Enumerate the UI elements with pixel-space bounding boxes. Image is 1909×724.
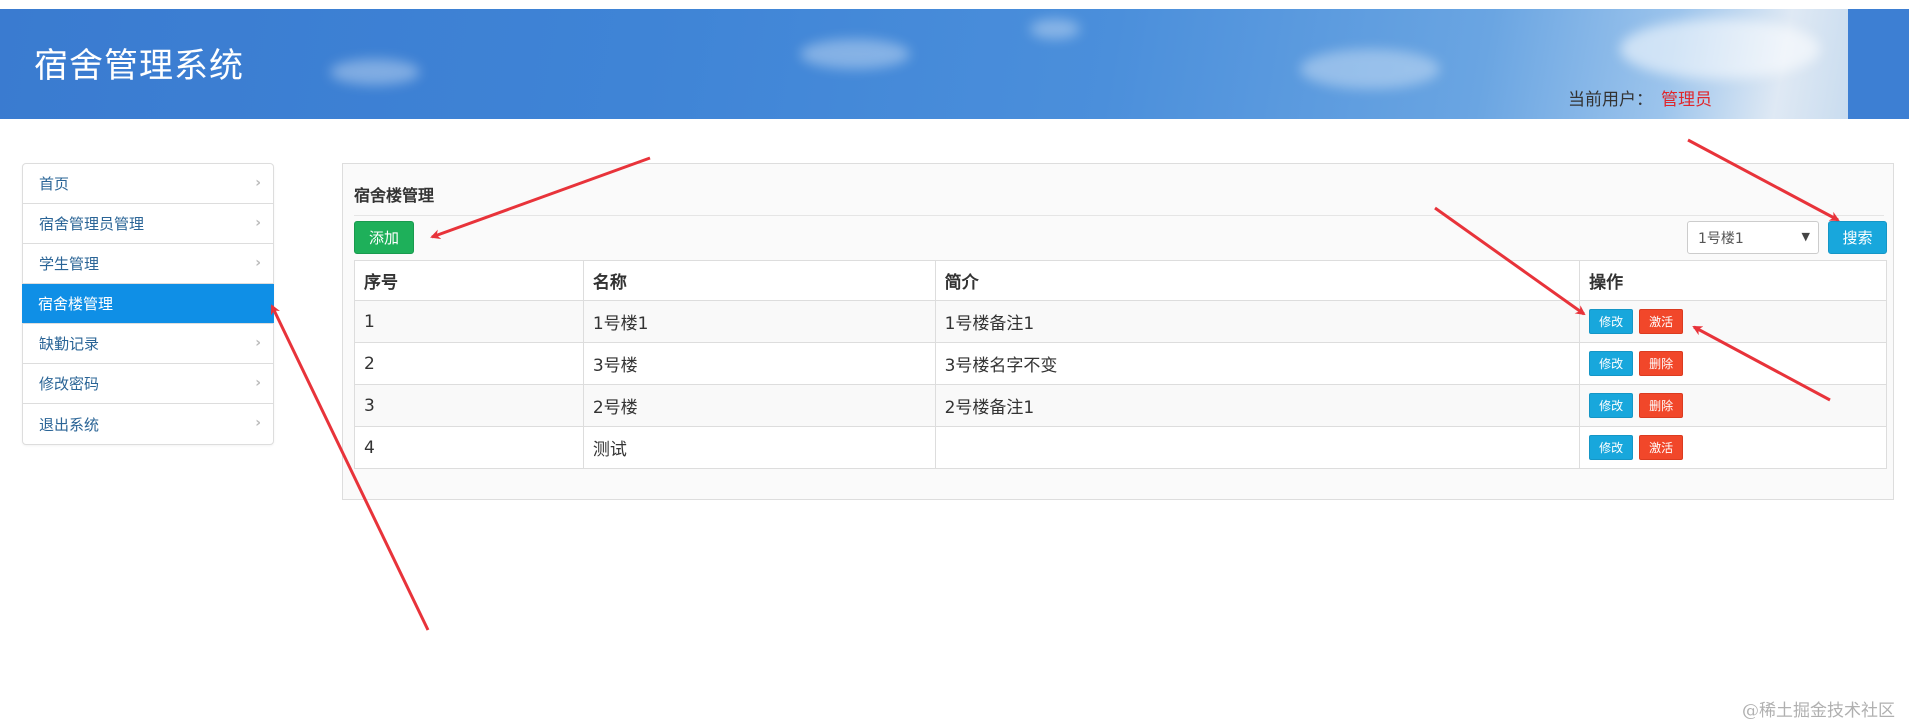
header-edge	[1848, 9, 1909, 119]
building-select-value: 1号楼1	[1698, 230, 1744, 247]
table-row: 1 1号楼1 1号楼备注1 修改 激活	[354, 300, 1887, 343]
table-row: 4 测试 修改 激活	[354, 426, 1887, 469]
delete-button[interactable]: 删除	[1639, 393, 1684, 418]
table-header-row: 序号 名称 简介 操作	[354, 260, 1887, 301]
activate-button[interactable]: 激活	[1639, 309, 1684, 334]
sidebar-item-label: 退出系统	[39, 415, 100, 434]
chevron-right-icon: ›	[255, 175, 261, 191]
delete-button[interactable]: 删除	[1639, 351, 1684, 376]
cell-actions: 修改 删除	[1579, 342, 1887, 385]
column-header-id: 序号	[354, 260, 584, 301]
sidebar-item-label: 首页	[39, 175, 70, 193]
sidebar-item-absence[interactable]: 缺勤记录 ›	[23, 324, 273, 364]
edit-button[interactable]: 修改	[1589, 435, 1634, 460]
sidebar-item-password[interactable]: 修改密码 ›	[23, 364, 273, 404]
table-row: 3 2号楼 2号楼备注1 修改 删除	[354, 384, 1887, 427]
current-user-name[interactable]: 管理员	[1661, 90, 1712, 110]
sidebar-item-label: 宿舍管理员管理	[39, 215, 145, 233]
cell-id: 3	[354, 384, 584, 427]
table-row: 2 3号楼 3号楼名字不变 修改 删除	[354, 342, 1887, 385]
sidebar-nav: 首页 › 宿舍管理员管理 › 学生管理 › 宿舍楼管理 › 缺勤记录 › 修改密…	[22, 163, 274, 445]
sidebar-item-students[interactable]: 学生管理 ›	[23, 244, 273, 284]
cell-actions: 修改 激活	[1579, 426, 1887, 469]
cell-name: 测试	[582, 426, 936, 469]
chevron-right-icon: ›	[255, 335, 261, 351]
cell-id: 2	[354, 342, 584, 385]
add-button[interactable]: 添加	[354, 221, 414, 254]
column-header-actions: 操作	[1579, 260, 1887, 301]
current-user: 当前用户： 管理员	[1568, 85, 1712, 110]
current-user-label: 当前用户：	[1568, 90, 1653, 110]
cloud-decoration	[800, 39, 910, 69]
sidebar-item-label: 宿舍楼管理	[38, 295, 114, 313]
chevron-down-icon: ▼	[1801, 230, 1810, 243]
chevron-right-icon: ›	[255, 255, 261, 271]
cell-name: 2号楼	[582, 384, 936, 427]
sidebar-item-buildings[interactable]: 宿舍楼管理 ›	[22, 284, 274, 324]
search-button[interactable]: 搜索	[1828, 221, 1887, 254]
cell-id: 1	[354, 300, 584, 343]
sidebar-item-label: 学生管理	[39, 255, 100, 273]
cell-id: 4	[354, 426, 584, 469]
cell-name: 3号楼	[582, 342, 936, 385]
panel-title: 宿舍楼管理	[354, 186, 435, 205]
cloud-decoration	[1300, 49, 1440, 89]
sidebar-item-logout[interactable]: 退出系统 ›	[23, 404, 273, 444]
edit-button[interactable]: 修改	[1589, 351, 1634, 376]
column-header-name: 名称	[582, 260, 936, 301]
chevron-right-icon: ›	[255, 415, 261, 431]
building-select[interactable]: 1号楼1 ▼	[1687, 221, 1819, 254]
cloud-decoration	[1030, 19, 1080, 39]
sidebar-item-dorm-admins[interactable]: 宿舍管理员管理 ›	[23, 204, 273, 244]
watermark: @稀土掘金技术社区	[1742, 701, 1895, 721]
app-title: 宿舍管理系统	[34, 46, 244, 86]
cell-desc: 2号楼备注1	[934, 384, 1581, 427]
cell-actions: 修改 删除	[1579, 384, 1887, 427]
cell-name: 1号楼1	[582, 300, 936, 343]
building-panel: 宿舍楼管理 添加 1号楼1 ▼ 搜索 序号 名称 简介 操作 1 1号楼1 1号…	[342, 163, 1894, 500]
chevron-right-icon: ›	[255, 375, 261, 391]
sidebar-item-home[interactable]: 首页 ›	[23, 164, 273, 204]
cell-desc: 1号楼备注1	[934, 300, 1581, 343]
cell-actions: 修改 激活	[1579, 300, 1887, 343]
edit-button[interactable]: 修改	[1589, 393, 1634, 418]
cell-desc: 3号楼名字不变	[934, 342, 1581, 385]
sidebar-item-label: 缺勤记录	[39, 335, 100, 353]
cloud-decoration	[330, 59, 420, 85]
edit-button[interactable]: 修改	[1589, 309, 1634, 334]
building-table: 序号 名称 简介 操作 1 1号楼1 1号楼备注1 修改 激活 2 3号楼 3号楼…	[354, 260, 1887, 469]
cloud-decoration	[1620, 19, 1820, 79]
cell-desc	[934, 426, 1581, 469]
sidebar-item-label: 修改密码	[39, 375, 100, 393]
chevron-right-icon: ›	[255, 215, 261, 231]
panel-divider	[354, 215, 1884, 216]
activate-button[interactable]: 激活	[1639, 435, 1684, 460]
column-header-desc: 简介	[934, 260, 1581, 301]
